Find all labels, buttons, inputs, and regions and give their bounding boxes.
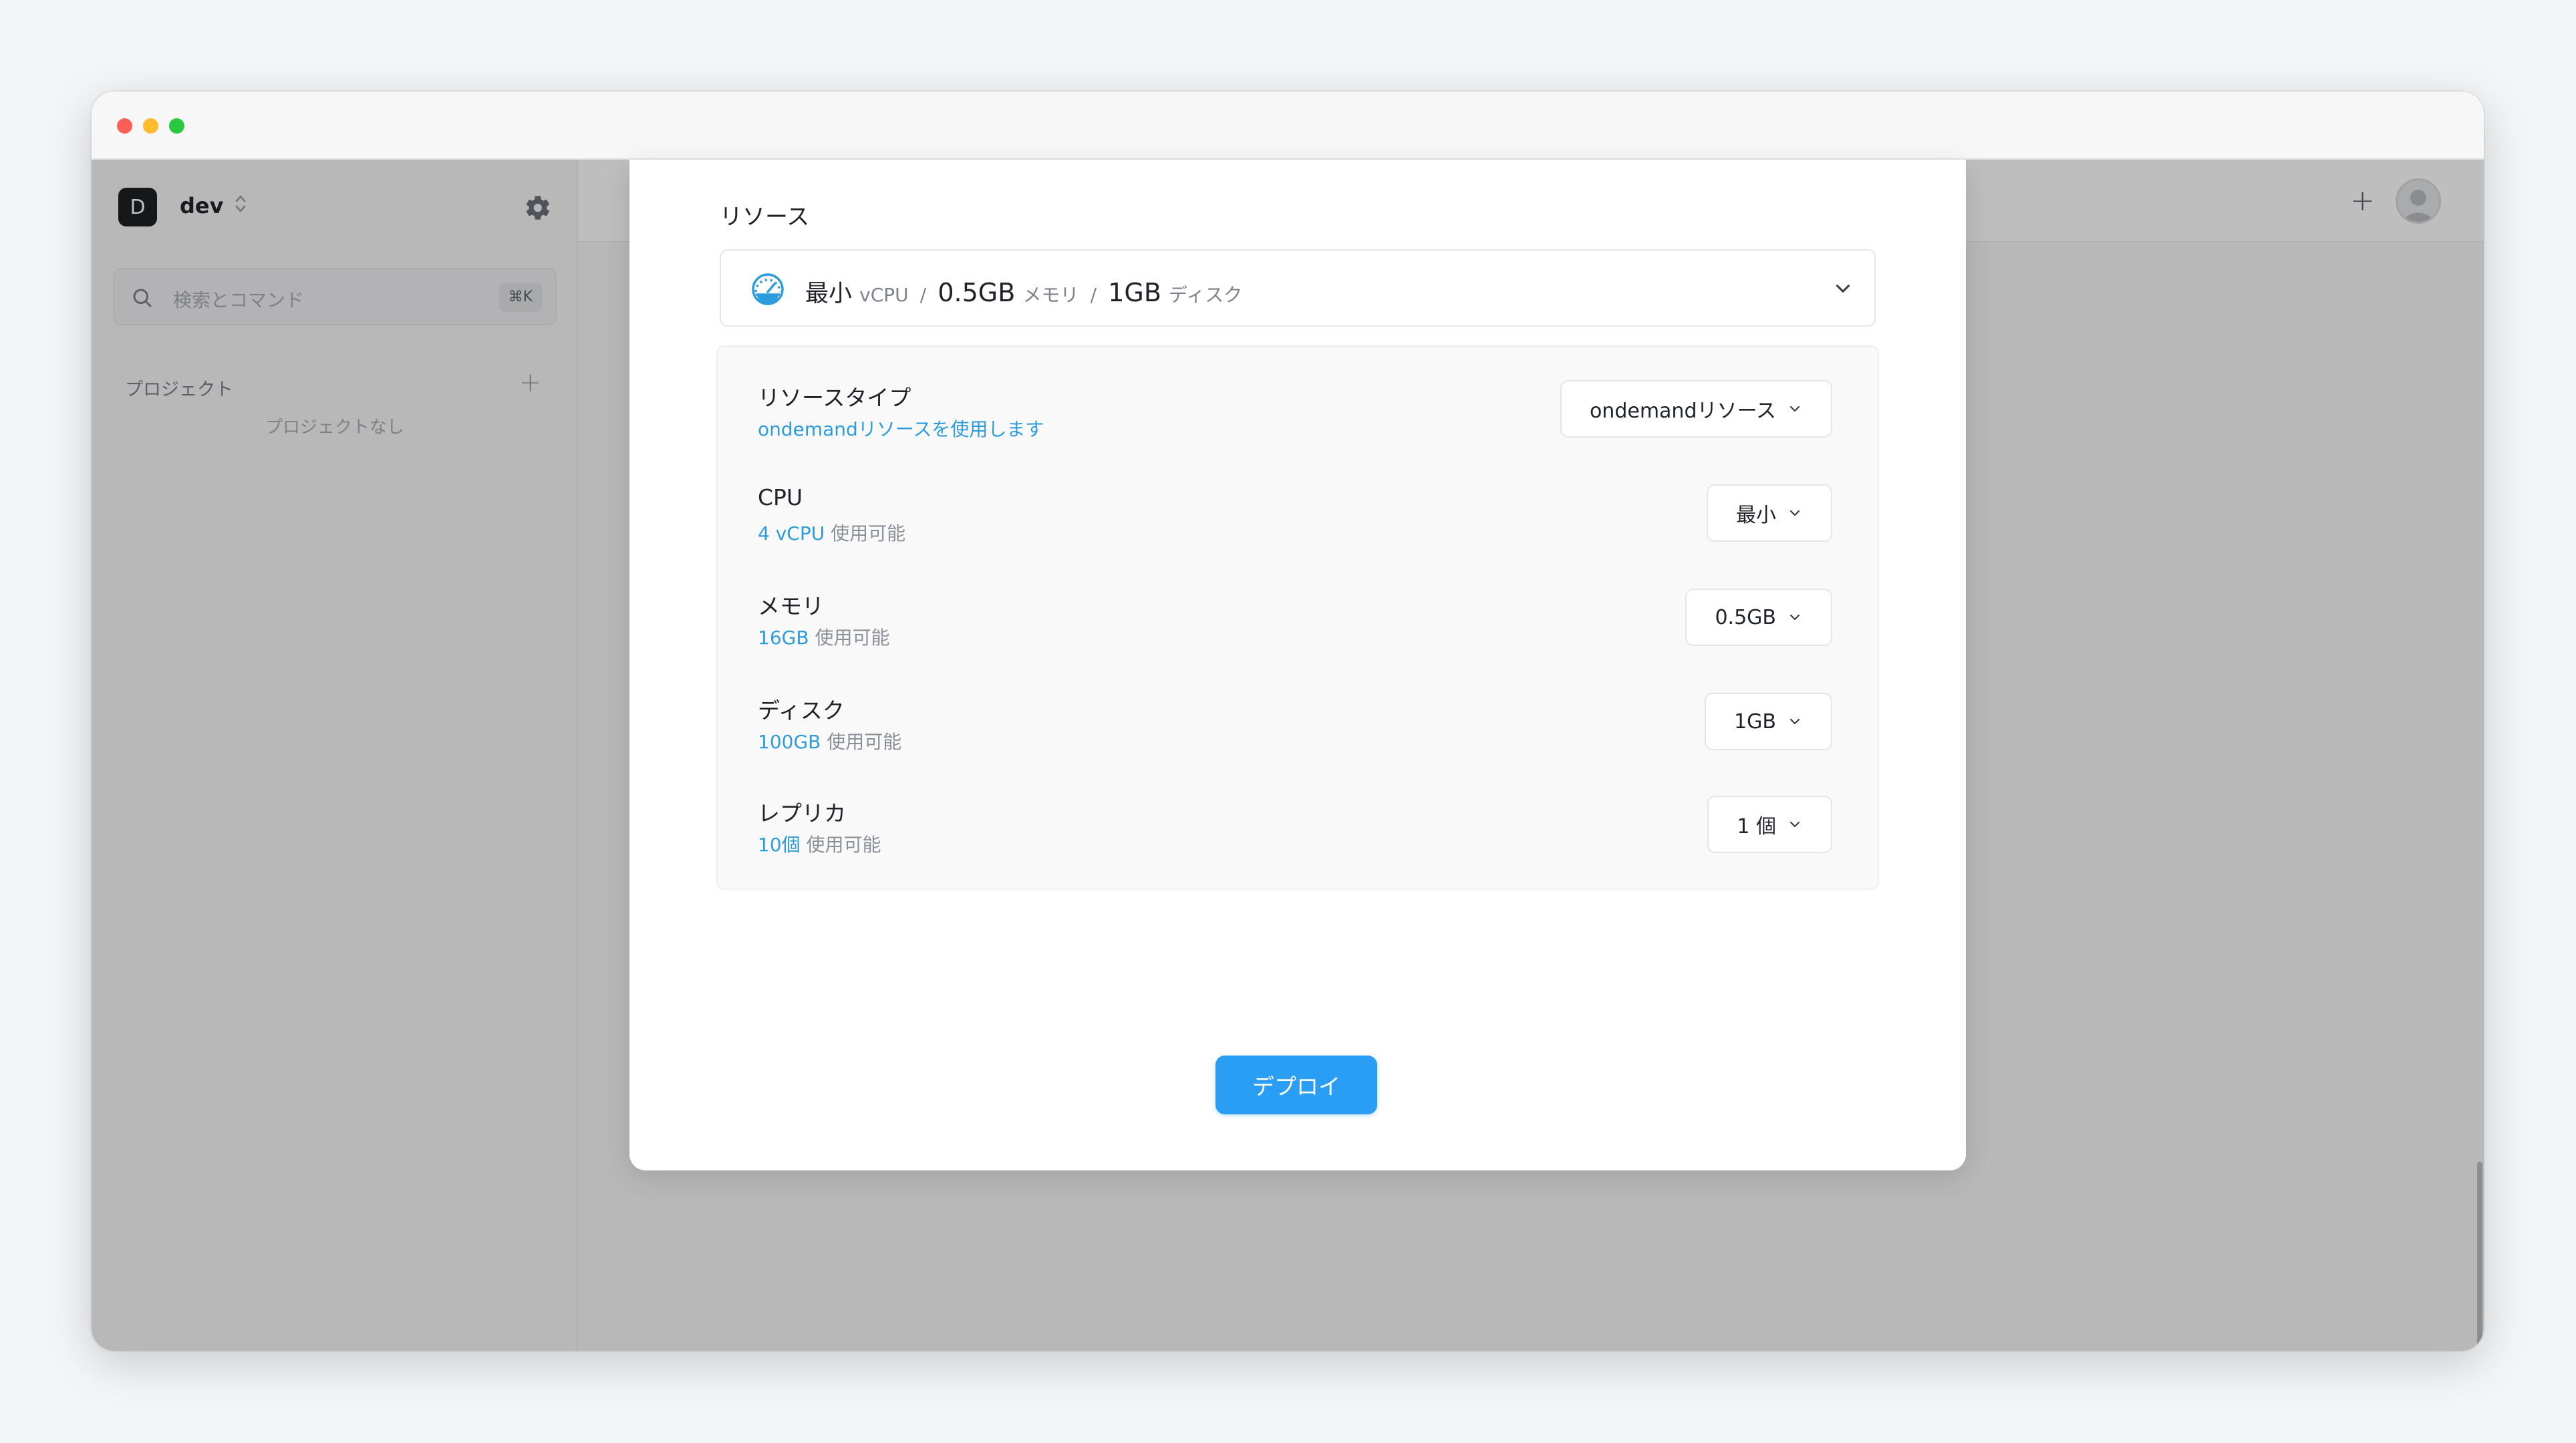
chevron-down-icon — [1832, 277, 1854, 300]
summary-memory-value: 0.5GB — [938, 278, 1016, 307]
disk-available-amount: 100GB — [758, 731, 821, 753]
app-window: D dev 検索とコマンド ⌘K プロジェクト + プロジェクトなし + リソー… — [92, 92, 2484, 1351]
gauge-icon — [750, 272, 785, 307]
memory-dropdown[interactable]: 0.5GB — [1685, 589, 1832, 646]
replica-dropdown[interactable]: 1 個 — [1707, 796, 1832, 853]
disk-dropdown[interactable]: 1GB — [1705, 693, 1832, 750]
replica-row: レプリカ 10個 使用可能 1 個 — [718, 796, 1878, 896]
summary-memory-unit: メモリ — [1022, 284, 1079, 306]
memory-availability: 16GB 使用可能 — [758, 623, 889, 650]
resource-type-description: ondemandリソースを使用します — [758, 418, 1044, 440]
cpu-label: CPU — [758, 484, 803, 510]
resource-type-value: ondemandリソース — [1589, 399, 1776, 423]
summary-cpu-value: 最小 — [805, 281, 853, 307]
replica-available-amount: 10個 — [758, 834, 801, 856]
resource-preset-select[interactable]: 最小 vCPU / 0.5GB メモリ / 1GB ディスク — [720, 249, 1876, 327]
cpu-value: 最小 — [1736, 504, 1776, 527]
chevron-down-icon — [1790, 718, 1800, 725]
cpu-row: CPU 4 vCPU 使用可能 最小 — [718, 484, 1878, 585]
chevron-down-icon — [1790, 510, 1800, 516]
memory-label: メモリ — [758, 593, 824, 619]
resource-settings-panel: リソースタイプ ondemandリソースを使用します ondemandリソース … — [716, 345, 1879, 890]
resource-type-row: リソースタイプ ondemandリソースを使用します ondemandリソース — [718, 380, 1878, 480]
cpu-availability: 4 vCPU 使用可能 — [758, 519, 905, 546]
summary-disk-value: 1GB — [1108, 278, 1161, 307]
summary-separator: / — [1090, 284, 1097, 306]
summary-separator: / — [919, 284, 927, 306]
memory-value: 0.5GB — [1715, 605, 1776, 629]
memory-available-suffix: 使用可能 — [815, 627, 890, 649]
resource-summary: 最小 vCPU / 0.5GB メモリ / 1GB ディスク — [805, 275, 1242, 309]
cpu-dropdown[interactable]: 最小 — [1707, 484, 1832, 542]
title-bar — [92, 92, 2484, 160]
cpu-available-amount: 4 vCPU — [758, 522, 825, 544]
minimize-window-button[interactable] — [143, 118, 158, 134]
chevron-down-icon — [1790, 406, 1800, 412]
replica-value: 1 個 — [1737, 815, 1776, 838]
replica-label: レプリカ — [758, 800, 846, 826]
chevron-down-icon — [1790, 614, 1800, 621]
disk-availability: 100GB 使用可能 — [758, 728, 901, 754]
resource-type-dropdown[interactable]: ondemandリソース — [1560, 380, 1832, 438]
deploy-button[interactable]: デプロイ — [1215, 1056, 1377, 1114]
resource-section-title: リソース — [720, 204, 810, 230]
maximize-window-button[interactable] — [169, 118, 184, 134]
deploy-dialog: リソース 最小 vCPU / 0.5GB メモリ / 1GB ディスク リソース… — [629, 160, 1966, 1170]
memory-row: メモリ 16GB 使用可能 0.5GB — [718, 589, 1878, 689]
summary-cpu-unit: vCPU — [859, 284, 909, 306]
memory-available-amount: 16GB — [758, 627, 809, 649]
summary-disk-unit: ディスク — [1169, 284, 1243, 306]
disk-row: ディスク 100GB 使用可能 1GB — [718, 693, 1878, 793]
disk-label: ディスク — [758, 697, 845, 724]
disk-value: 1GB — [1734, 709, 1776, 734]
disk-available-suffix: 使用可能 — [827, 731, 902, 753]
close-window-button[interactable] — [117, 118, 132, 134]
cpu-available-suffix: 使用可能 — [831, 522, 906, 544]
replica-available-suffix: 使用可能 — [806, 834, 881, 856]
resource-type-label: リソースタイプ — [758, 385, 911, 411]
chevron-down-icon — [1790, 821, 1800, 828]
replica-availability: 10個 使用可能 — [758, 830, 881, 857]
